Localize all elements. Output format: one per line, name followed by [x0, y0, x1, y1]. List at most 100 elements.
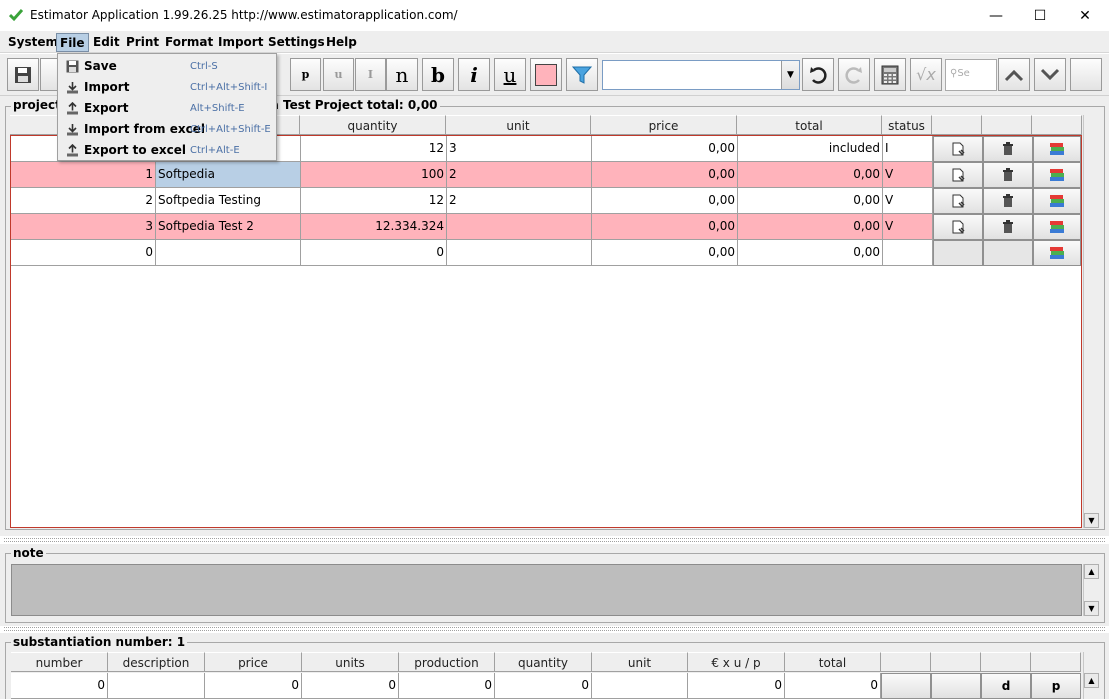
cell-unit[interactable]: 2 — [447, 188, 592, 214]
menu-help[interactable]: Help — [323, 33, 360, 52]
table-row[interactable]: 2 Softpedia Testing 12 2 0,00 0,00 V — [11, 188, 1081, 214]
cell-number[interactable]: 0 — [11, 240, 156, 266]
sub-cell-exu[interactable]: 0 — [688, 673, 785, 699]
cell-description[interactable]: Softpedia Testing — [156, 188, 301, 214]
close-button[interactable]: ✕ — [1062, 0, 1108, 31]
sub-cell-description[interactable] — [108, 673, 205, 699]
sub-action-button[interactable] — [931, 673, 981, 699]
combobox-arrow[interactable]: ▼ — [781, 61, 799, 89]
save-toolbar-button[interactable] — [7, 58, 39, 91]
maximize-button[interactable]: ☐ — [1017, 0, 1063, 31]
redo-button[interactable] — [838, 58, 870, 91]
note-scrollbar[interactable]: ▲ ▼ — [1083, 564, 1099, 616]
cell-unit[interactable] — [447, 214, 592, 240]
cell-total[interactable]: 0,00 — [738, 162, 883, 188]
menu-edit[interactable]: Edit — [90, 33, 123, 52]
format-u-small-button[interactable]: u — [323, 58, 354, 91]
sub-action-d-button[interactable]: d — [981, 673, 1031, 699]
delete-row-button[interactable] — [983, 214, 1033, 240]
menu-item-save[interactable]: Save Ctrl-S — [58, 56, 276, 77]
italic-button[interactable]: i — [458, 58, 490, 91]
delete-row-button[interactable] — [983, 162, 1033, 188]
cell-quantity[interactable]: 12 — [301, 188, 447, 214]
sub-header-description[interactable]: description — [108, 652, 205, 672]
minimize-button[interactable]: — — [973, 0, 1019, 31]
header-status[interactable]: status — [882, 115, 932, 135]
books-row-button[interactable] — [1033, 188, 1081, 214]
edit-row-button[interactable] — [933, 162, 983, 188]
edit-row-button[interactable] — [933, 136, 983, 162]
menu-format[interactable]: Format — [162, 33, 216, 52]
sub-header-production[interactable]: production — [399, 652, 495, 672]
cell-number[interactable]: 1 — [11, 162, 156, 188]
cell-status[interactable]: V — [883, 162, 933, 188]
menu-item-export[interactable]: Export Alt+Shift-E — [58, 98, 276, 119]
cell-quantity[interactable]: 100 — [301, 162, 447, 188]
books-row-button[interactable] — [1033, 136, 1081, 162]
cell-price[interactable]: 0,00 — [592, 240, 738, 266]
scroll-down-arrow[interactable]: ▼ — [1084, 513, 1099, 528]
table-row[interactable]: 1 Softpedia 100 2 0,00 0,00 V — [11, 162, 1081, 188]
cell-total[interactable]: included — [738, 136, 883, 162]
table-row[interactable]: 0 0 0,00 0,00 — [11, 240, 1081, 266]
books-row-button[interactable] — [1033, 162, 1081, 188]
cell-total[interactable]: 0,00 — [738, 214, 883, 240]
search-box[interactable]: ⚲Se — [945, 59, 997, 91]
sub-header-number[interactable]: number — [11, 652, 108, 672]
new-toolbar-button[interactable] — [40, 58, 58, 91]
sub-cell-number[interactable]: 0 — [11, 673, 108, 699]
cell-quantity[interactable]: 12.334.324 — [301, 214, 447, 240]
table-row[interactable]: 3 Softpedia Test 2 12.334.324 0,00 0,00 … — [11, 214, 1081, 240]
sub-header-quantity[interactable]: quantity — [495, 652, 592, 672]
substantiation-row[interactable]: 0 0 0 0 0 0 0 d p — [11, 673, 1081, 699]
menu-item-import-excel[interactable]: Import from excel Ctrl+Alt+Shift-E — [58, 119, 276, 140]
sub-header-exu[interactable]: € x u / p — [688, 652, 785, 672]
splitter[interactable] — [4, 538, 1105, 542]
cell-number[interactable]: 3 — [11, 214, 156, 240]
sub-scroll-up[interactable]: ▲ — [1084, 673, 1099, 688]
note-scroll-down[interactable]: ▼ — [1084, 601, 1099, 616]
note-textarea[interactable] — [11, 564, 1082, 616]
menu-import[interactable]: Import — [215, 33, 266, 52]
sub-header-total[interactable]: total — [785, 652, 881, 672]
extra-toolbar-button[interactable] — [1070, 58, 1102, 91]
cell-status[interactable]: V — [883, 188, 933, 214]
sub-cell-unit[interactable] — [592, 673, 688, 699]
edit-row-button[interactable] — [933, 188, 983, 214]
sub-cell-units[interactable]: 0 — [302, 673, 399, 699]
move-up-button[interactable] — [998, 58, 1030, 91]
format-p-button[interactable]: p — [290, 58, 321, 91]
sub-header-price[interactable]: price — [205, 652, 302, 672]
cell-price[interactable]: 0,00 — [592, 214, 738, 240]
sub-cell-quantity[interactable]: 0 — [495, 673, 592, 699]
header-price[interactable]: price — [591, 115, 737, 135]
cell-quantity[interactable]: 0 — [301, 240, 447, 266]
underline-button[interactable]: u — [494, 58, 526, 91]
cell-unit[interactable] — [447, 240, 592, 266]
cell-status[interactable] — [883, 240, 933, 266]
edit-row-button[interactable] — [933, 214, 983, 240]
cell-price[interactable]: 0,00 — [592, 162, 738, 188]
cell-status[interactable]: V — [883, 214, 933, 240]
cell-number[interactable]: 2 — [11, 188, 156, 214]
cell-unit[interactable]: 3 — [447, 136, 592, 162]
delete-row-button[interactable] — [983, 188, 1033, 214]
bold-button[interactable]: b — [422, 58, 454, 91]
color-picker-button[interactable] — [530, 58, 562, 91]
project-scrollbar[interactable]: ▼ — [1083, 115, 1099, 528]
move-down-button[interactable] — [1034, 58, 1066, 91]
menu-item-import[interactable]: Import Ctrl+Alt+Shift-I — [58, 77, 276, 98]
style-combobox[interactable]: ▼ — [602, 60, 800, 90]
sub-cell-production[interactable]: 0 — [399, 673, 495, 699]
calculator-button[interactable] — [874, 58, 906, 91]
header-unit[interactable]: unit — [446, 115, 591, 135]
cell-total[interactable]: 0,00 — [738, 240, 883, 266]
cell-total[interactable]: 0,00 — [738, 188, 883, 214]
sub-cell-price[interactable]: 0 — [205, 673, 302, 699]
menu-settings[interactable]: Settings — [265, 33, 328, 52]
filter-button[interactable] — [566, 58, 598, 91]
cell-status[interactable]: I — [883, 136, 933, 162]
cell-price[interactable]: 0,00 — [592, 136, 738, 162]
sub-action-button[interactable] — [881, 673, 931, 699]
header-total[interactable]: total — [737, 115, 882, 135]
